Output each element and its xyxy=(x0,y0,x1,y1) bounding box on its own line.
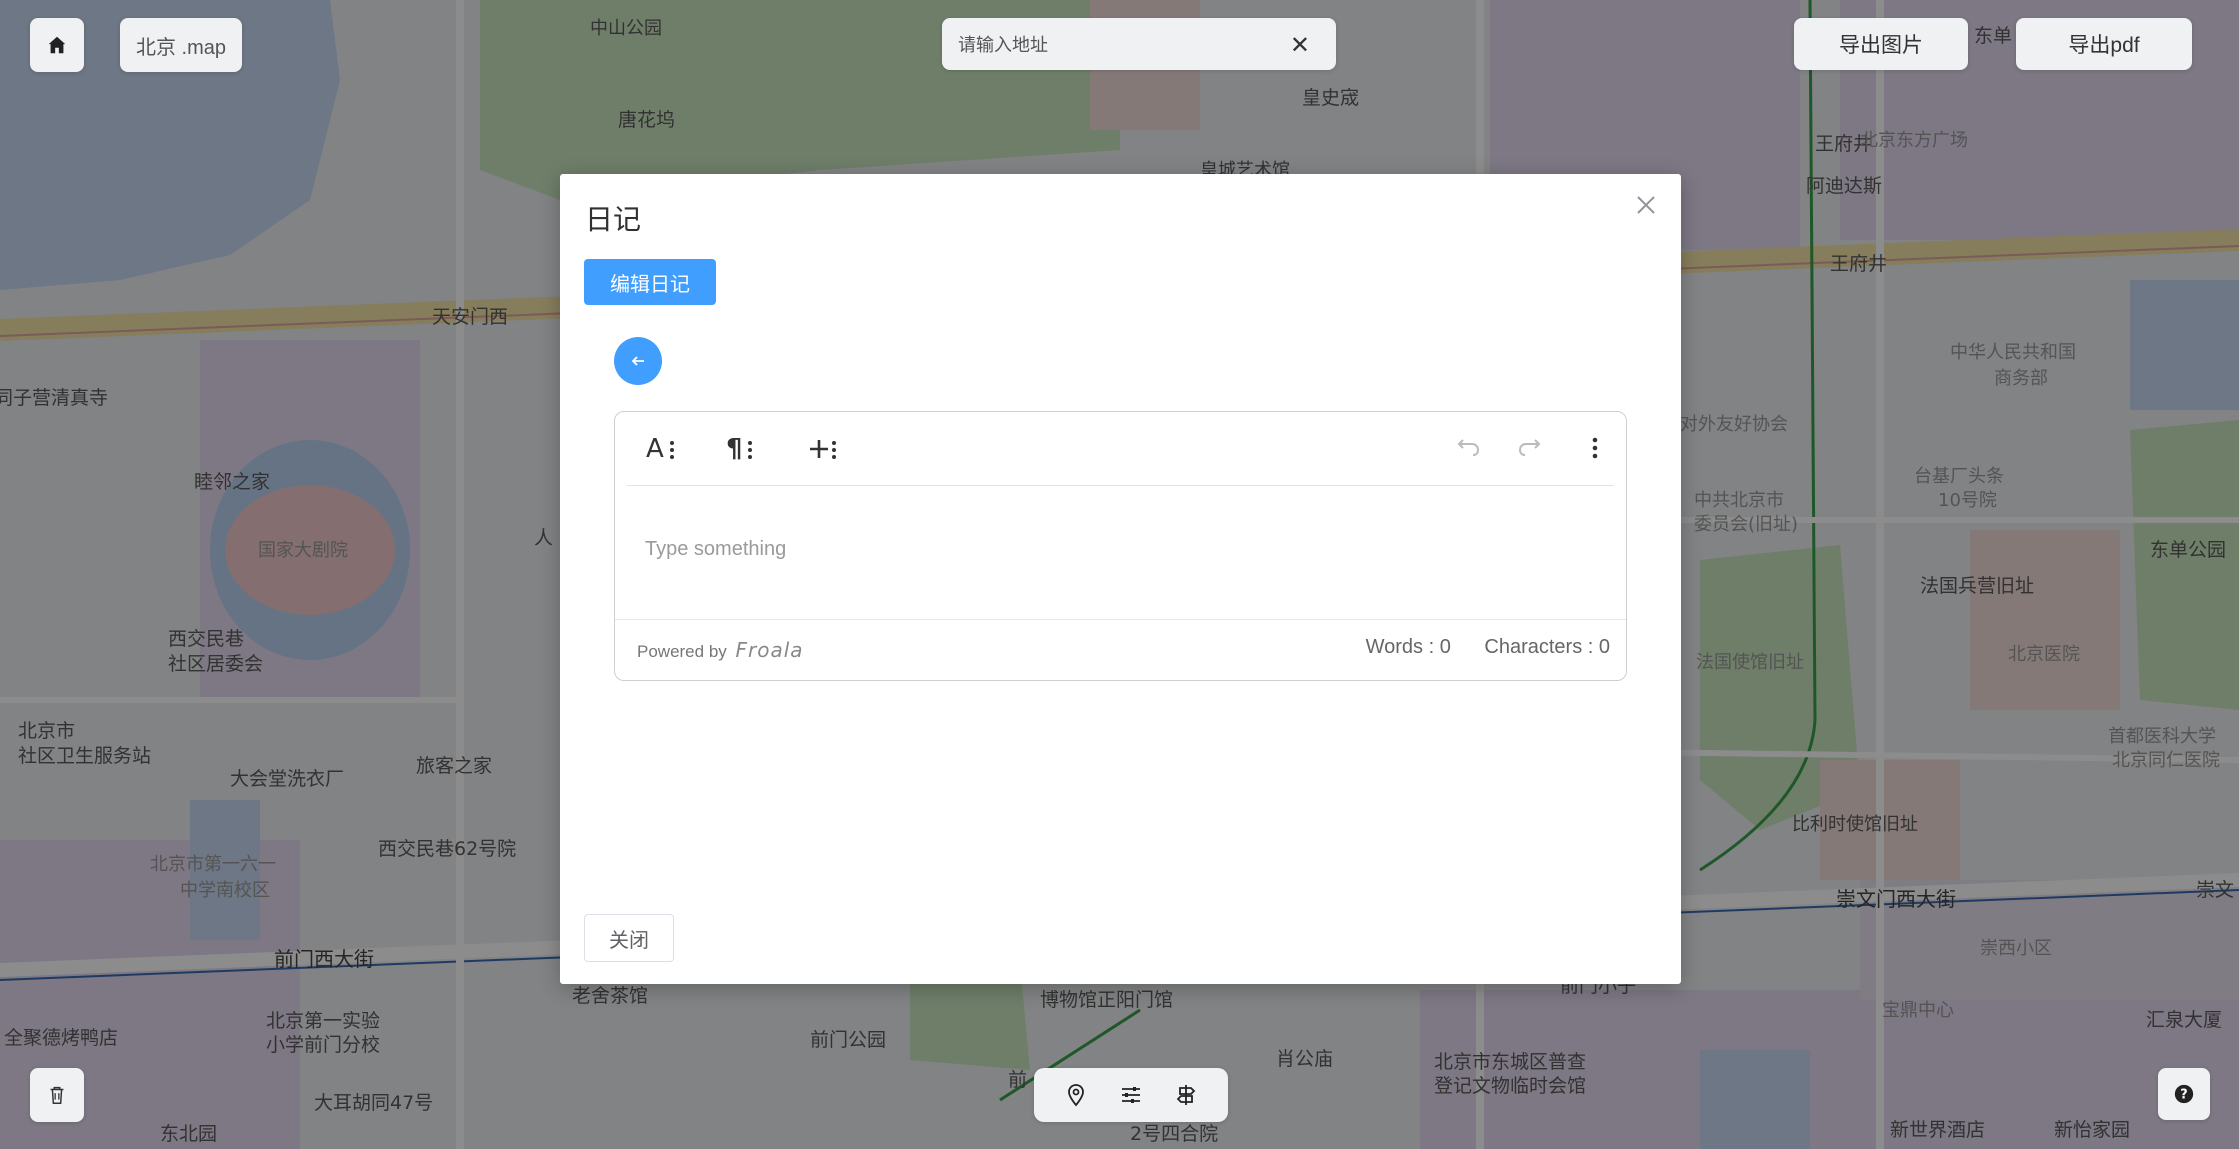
edit-diary-button[interactable]: 编辑日记 xyxy=(584,259,716,305)
powered-by-label[interactable]: Powered by Froala xyxy=(637,638,804,662)
redo-icon[interactable] xyxy=(1513,426,1549,470)
export-pdf-button[interactable]: 导出pdf xyxy=(2016,18,2192,70)
dialog-title: 日记 xyxy=(585,204,642,235)
svg-text:¶: ¶ xyxy=(726,434,743,463)
close-button[interactable]: 关闭 xyxy=(584,914,674,962)
home-button[interactable] xyxy=(30,18,84,72)
map-name-label[interactable]: 北京 .map xyxy=(120,18,242,72)
arrow-left-icon xyxy=(631,356,644,366)
froala-logo[interactable]: Froala xyxy=(736,638,804,662)
svg-text:?: ? xyxy=(2180,1088,2187,1103)
trash-icon xyxy=(50,1086,64,1104)
editor-footer: Powered by Froala Words : 0 Characters :… xyxy=(615,619,1626,680)
powered-by-text: Powered by xyxy=(637,642,727,661)
word-count: Words : 0 xyxy=(1365,636,1451,658)
search-placeholder: 请输入地址 xyxy=(958,35,1048,55)
sliders-icon[interactable] xyxy=(1119,1083,1143,1107)
delete-button[interactable] xyxy=(30,1068,84,1122)
word-character-counts: Words : 0 Characters : 0 xyxy=(1338,636,1610,659)
svg-text:A: A xyxy=(646,434,664,463)
editor-toolbar: A ¶ xyxy=(627,412,1614,486)
export-image-button[interactable]: 导出图片 xyxy=(1794,18,1968,70)
paragraph-format-icon[interactable]: ¶ xyxy=(721,426,761,470)
address-search-input[interactable]: 请输入地址 ✕ xyxy=(942,18,1336,70)
editor-content-area[interactable]: Type something xyxy=(645,538,786,561)
character-count: Characters : 0 xyxy=(1484,636,1610,658)
rich-text-editor: A ¶ Type something Powered by Froala Wor… xyxy=(614,411,1627,681)
location-pin-icon[interactable] xyxy=(1064,1083,1088,1107)
back-button[interactable] xyxy=(614,337,662,385)
insert-more-icon[interactable] xyxy=(803,426,843,470)
bottom-toolbar xyxy=(1034,1068,1228,1122)
home-icon xyxy=(48,36,66,54)
clear-search-icon[interactable]: ✕ xyxy=(1290,31,1310,60)
diary-dialog: 日记 编辑日记 A ¶ Type something Powered by Fr… xyxy=(560,174,1681,984)
help-icon: ? xyxy=(2174,1084,2194,1104)
close-icon[interactable] xyxy=(1635,192,1657,222)
undo-icon[interactable] xyxy=(1449,426,1485,470)
help-button[interactable]: ? xyxy=(2158,1068,2210,1120)
text-format-icon[interactable]: A xyxy=(641,426,681,470)
more-options-icon[interactable] xyxy=(1577,426,1613,470)
route-icon[interactable] xyxy=(1174,1083,1198,1107)
